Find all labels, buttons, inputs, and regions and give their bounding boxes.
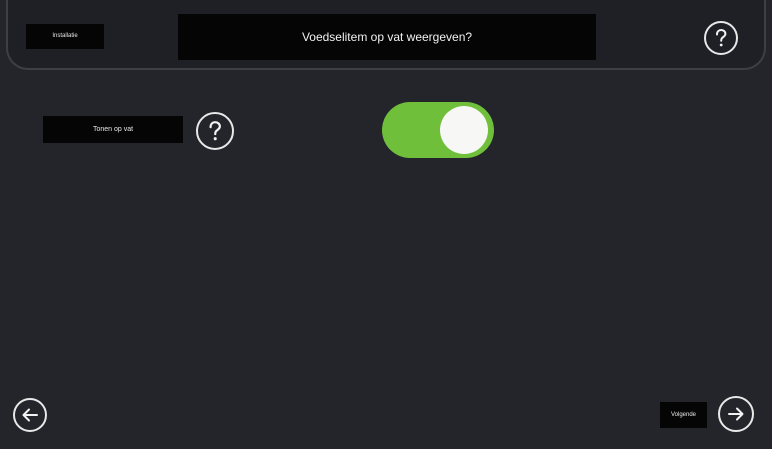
arrow-right-icon [728,407,744,421]
header-help-button[interactable] [704,21,738,55]
next-label: Volgende [660,402,707,428]
next-button[interactable] [718,396,754,432]
question-mark-icon [716,28,727,47]
page-title: Voedselitem op vat weergeven? [178,14,596,60]
question-mark-icon [209,121,221,141]
screen-background: Installatie Voedselitem op vat weergeven… [0,0,772,449]
setting-help-button[interactable] [196,112,234,150]
back-button[interactable] [13,398,47,432]
toggle-knob[interactable] [440,106,488,154]
install-label: Installatie [26,24,104,49]
arrow-left-icon [22,408,38,422]
setting-label-show-on-barrel: Tonen op vat [43,116,183,143]
